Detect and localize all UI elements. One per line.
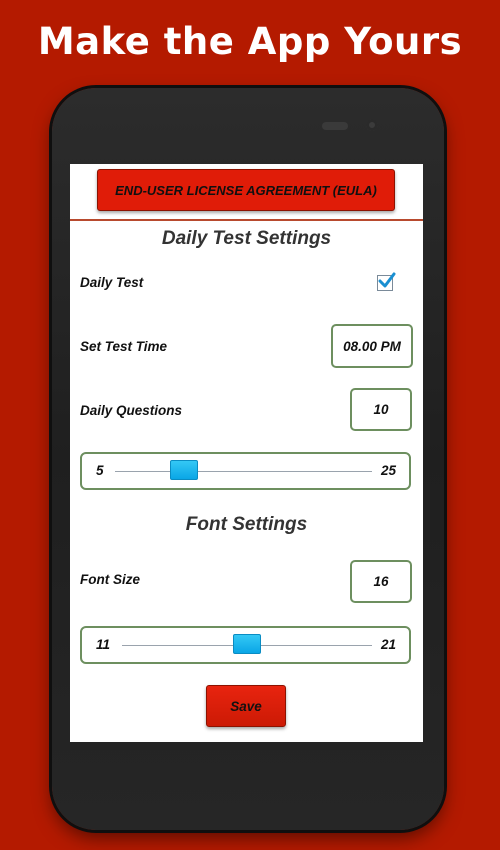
slider-thumb[interactable] xyxy=(170,460,198,480)
daily-questions-label: Daily Questions xyxy=(80,403,183,418)
daily-questions-slider: 5 25 xyxy=(80,452,411,490)
save-button[interactable]: Save xyxy=(206,685,286,727)
daily-test-settings-title: Daily Test Settings xyxy=(161,228,332,249)
phone-camera xyxy=(366,119,378,131)
font-size-field[interactable]: 16 xyxy=(350,560,412,603)
promo-headline: Make the App Yours xyxy=(37,20,463,63)
header-divider xyxy=(70,219,423,221)
slider-thumb[interactable] xyxy=(233,634,261,654)
daily-test-label: Daily Test xyxy=(80,275,144,290)
slider-max-label: 25 xyxy=(381,463,397,478)
slider-min-label: 11 xyxy=(96,637,111,652)
slider-track[interactable] xyxy=(115,471,372,472)
settings-screen: END-USER LICENSE AGREEMENT (EULA) Daily … xyxy=(70,164,423,742)
test-time-field[interactable]: 08.00 PM xyxy=(331,324,413,368)
font-size-label: Font Size xyxy=(80,572,140,587)
font-size-slider: 11 21 xyxy=(80,626,411,664)
eula-button[interactable]: END-USER LICENSE AGREEMENT (EULA) xyxy=(97,169,395,211)
phone-speaker xyxy=(322,122,348,130)
daily-questions-field[interactable]: 10 xyxy=(350,388,412,431)
slider-max-label: 21 xyxy=(381,637,397,652)
daily-test-checkbox[interactable] xyxy=(377,272,396,291)
test-time-label: Set Test Time xyxy=(80,339,168,354)
font-settings-title: Font Settings xyxy=(185,514,308,535)
slider-min-label: 5 xyxy=(96,463,104,478)
checkmark-icon xyxy=(378,272,396,288)
